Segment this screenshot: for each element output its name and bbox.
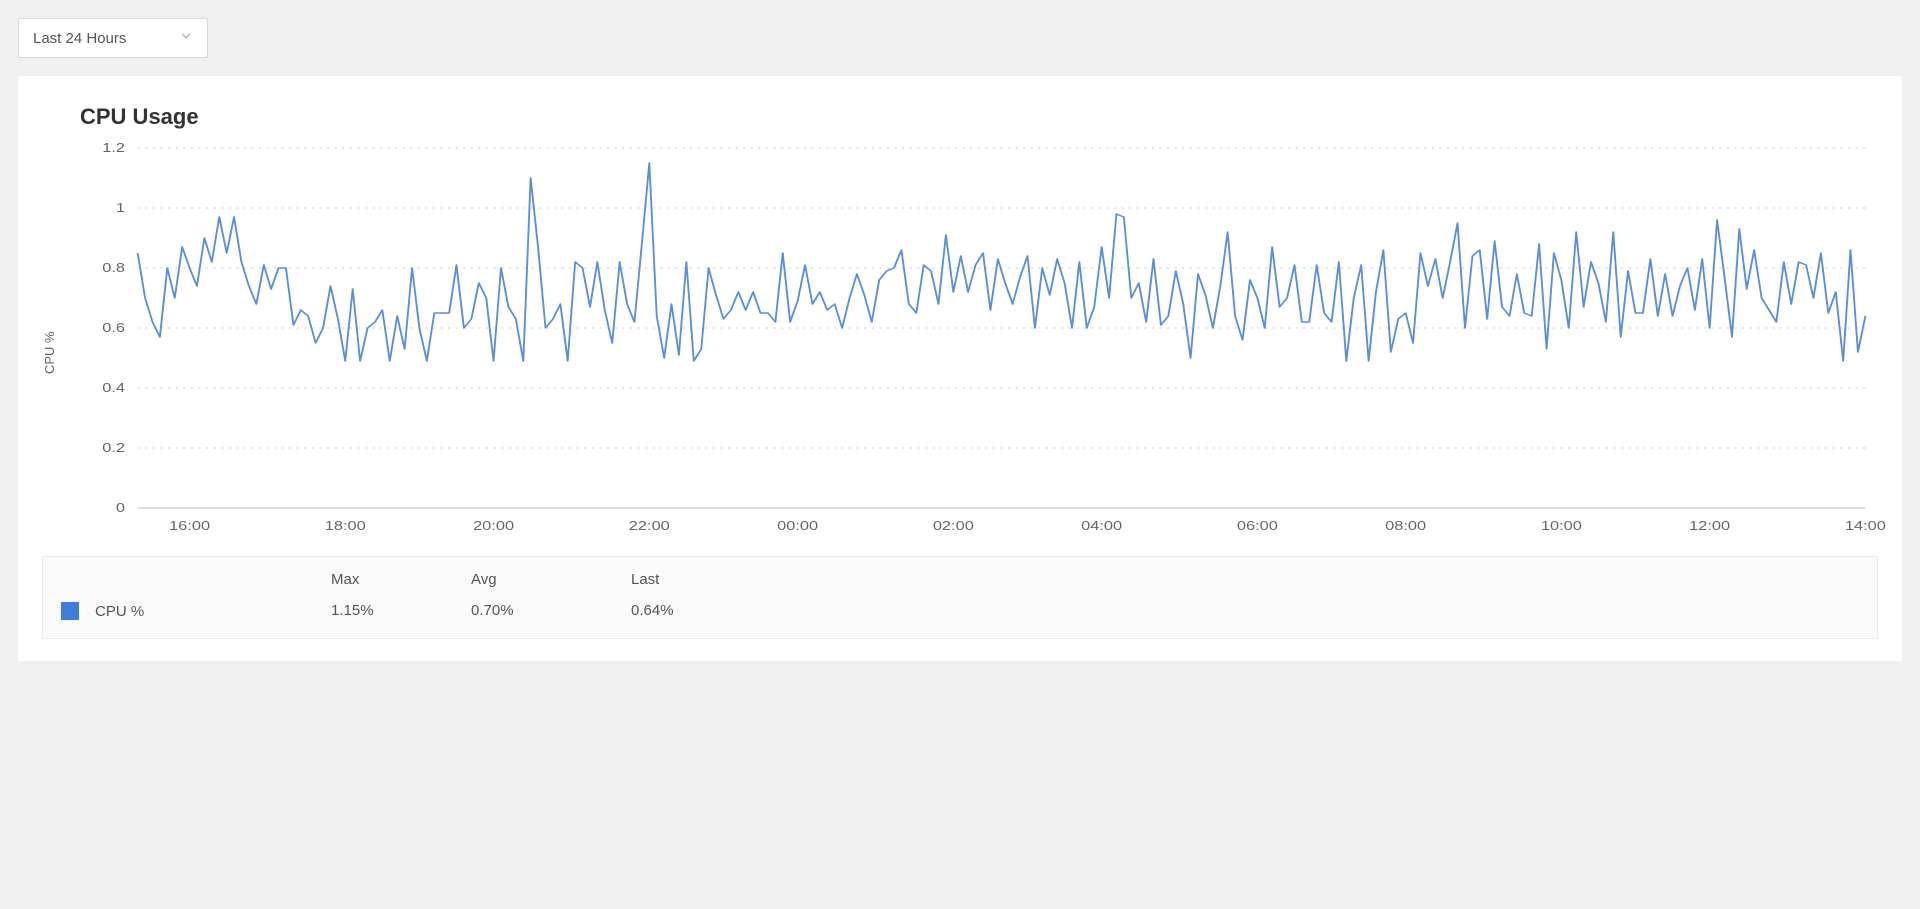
svg-text:22:00: 22:00 <box>629 519 670 533</box>
chart-container: CPU % 0 0.2 0.4 0.6 0.8 1 1.2 16:00 18:00 20:00 22… <box>42 138 1878 538</box>
y-axis-label: CPU % <box>42 138 62 538</box>
svg-text:1: 1 <box>116 201 125 215</box>
timerange-select[interactable]: Last 24 Hours <box>18 18 208 58</box>
chevron-down-icon <box>179 29 193 47</box>
svg-text:18:00: 18:00 <box>325 519 366 533</box>
panel-title: CPU Usage <box>80 104 1878 130</box>
legend-header-max: Max <box>331 571 471 588</box>
svg-text:20:00: 20:00 <box>473 519 514 533</box>
legend-max-value: 1.15% <box>331 602 471 620</box>
svg-text:0.2: 0.2 <box>102 441 125 455</box>
svg-text:10:00: 10:00 <box>1541 519 1582 533</box>
svg-text:12:00: 12:00 <box>1689 519 1730 533</box>
svg-text:1.2: 1.2 <box>102 141 125 155</box>
legend-last-value: 0.64% <box>631 602 791 620</box>
svg-text:0.6: 0.6 <box>102 321 125 335</box>
svg-text:0.8: 0.8 <box>102 261 125 275</box>
legend-series-row[interactable]: CPU % <box>61 602 331 620</box>
svg-text:16:00: 16:00 <box>169 519 210 533</box>
svg-text:02:00: 02:00 <box>933 519 974 533</box>
svg-text:0.4: 0.4 <box>102 381 125 395</box>
legend-header-avg: Avg <box>471 571 631 588</box>
legend-header-last: Last <box>631 571 791 588</box>
legend-avg-value: 0.70% <box>471 602 631 620</box>
legend-series-name: CPU % <box>95 603 144 620</box>
legend-box: Max Avg Last CPU % 1.15% 0.70% 0.64% <box>42 556 1878 639</box>
svg-text:08:00: 08:00 <box>1385 519 1426 533</box>
svg-text:14:00: 14:00 <box>1845 519 1886 533</box>
svg-text:06:00: 06:00 <box>1237 519 1278 533</box>
cpu-usage-panel: CPU Usage CPU % 0 0.2 0.4 0.6 0.8 1 1.2 16:00 18… <box>18 76 1902 661</box>
legend-swatch <box>61 602 79 620</box>
svg-text:04:00: 04:00 <box>1081 519 1122 533</box>
timerange-label: Last 24 Hours <box>33 30 126 47</box>
svg-text:0: 0 <box>116 501 125 515</box>
cpu-usage-chart[interactable]: 0 0.2 0.4 0.6 0.8 1 1.2 16:00 18:00 20:00 22:00 00:… <box>62 138 1878 538</box>
svg-text:00:00: 00:00 <box>777 519 818 533</box>
